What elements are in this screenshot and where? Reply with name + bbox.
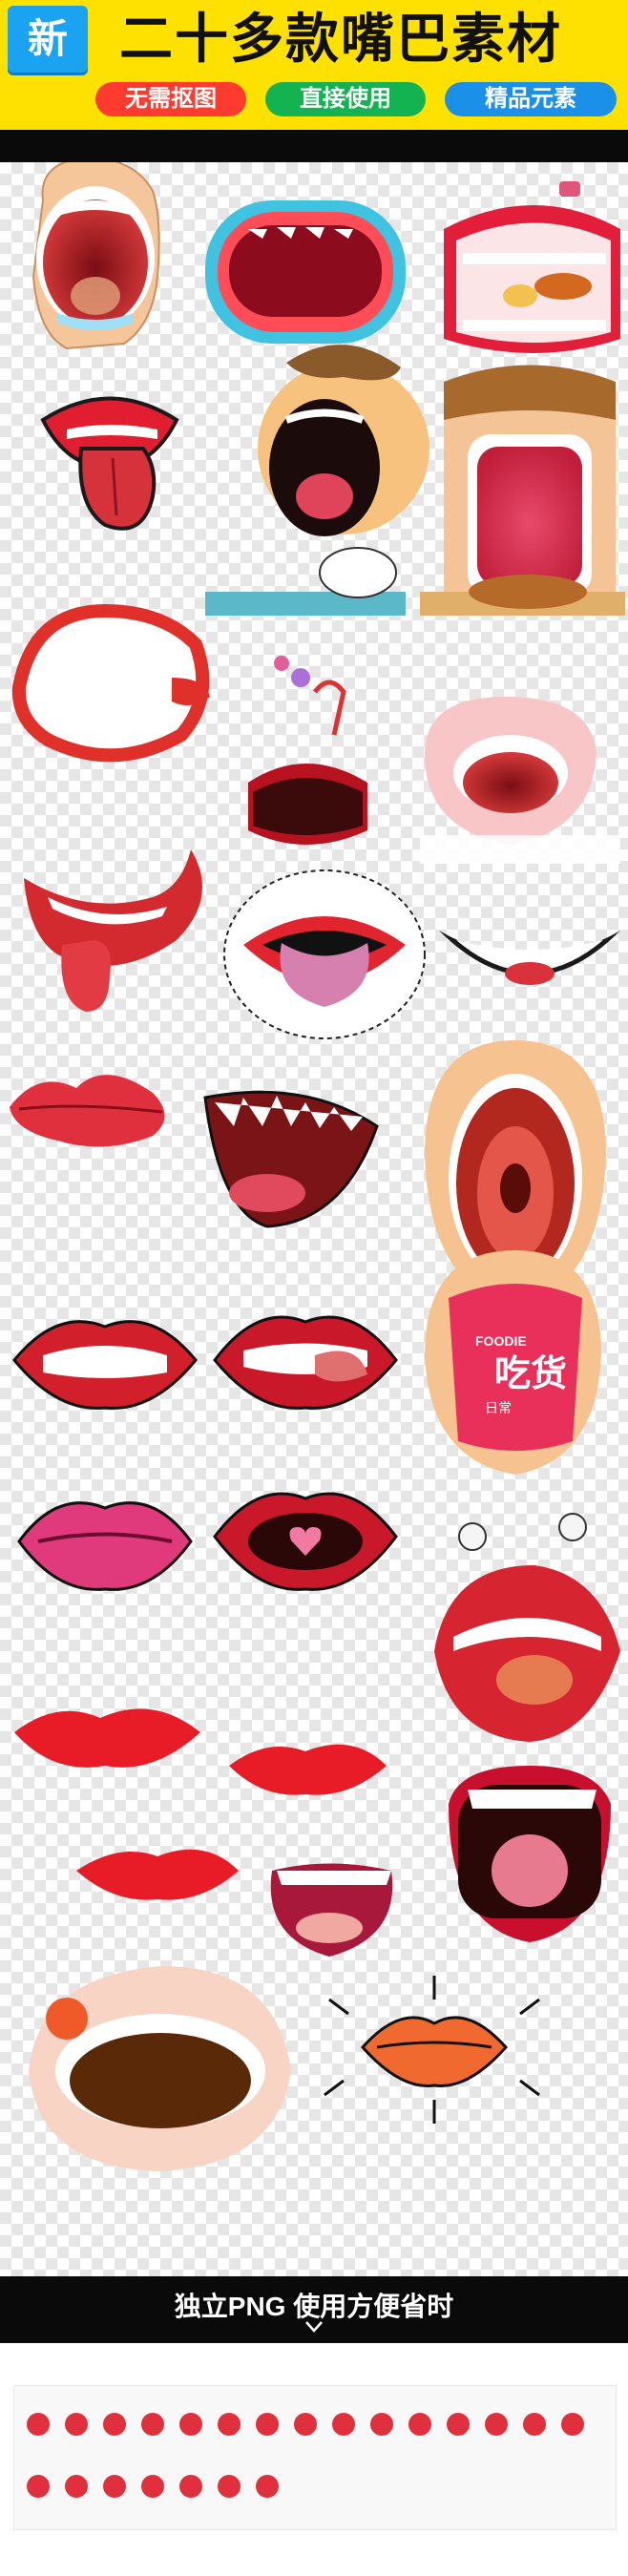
mouth-tongue-lips-dashed bbox=[223, 869, 426, 1039]
mouth-tongue-lick bbox=[213, 1315, 398, 1410]
mouth-pink-open bbox=[270, 1863, 393, 1957]
mouth-foodie-face: FOODIE 吃货 日常 bbox=[425, 1250, 601, 1475]
chevron-down-icon bbox=[305, 2321, 323, 2333]
mouth-heart-tongue bbox=[213, 1492, 398, 1591]
mouth-cartoon-grin bbox=[439, 931, 620, 985]
mouth-monster-teeth bbox=[449, 1766, 611, 1942]
mouth-lipstick-kiss bbox=[10, 1075, 165, 1147]
foodie-label-daily: 日常 bbox=[485, 1400, 512, 1415]
mouth-big-head-dinner bbox=[420, 365, 625, 616]
feature-tag-direct-use: 直接使用 bbox=[265, 82, 426, 116]
thumbnail-strip bbox=[0, 2343, 628, 2576]
mouth-tongue-out-red bbox=[40, 396, 179, 531]
feature-tag-premium: 精品元素 bbox=[445, 82, 617, 116]
footer-caption: 独立PNG 使用方便省时 bbox=[174, 2292, 454, 2321]
footer-band: 独立PNG 使用方便省时 bbox=[0, 2276, 628, 2343]
mouth-gallery: FOODIE 吃货 日常 bbox=[0, 162, 628, 2276]
mouth-pink-kiss bbox=[17, 1501, 193, 1591]
mouth-illustrations: FOODIE 吃货 日常 bbox=[10, 162, 625, 2171]
file-thumbnails bbox=[13, 2385, 617, 2530]
feature-tag-no-cutout: 无需抠图 bbox=[95, 82, 246, 116]
mouth-cartoon-blue-rim bbox=[205, 200, 406, 344]
mouth-smile-tongue bbox=[24, 849, 202, 1012]
new-badge: 新 bbox=[8, 6, 88, 73]
mouth-orange-nose-face bbox=[29, 1966, 291, 2171]
foodie-label: FOODIE bbox=[475, 1333, 527, 1349]
mouth-candy-lips bbox=[248, 656, 367, 845]
mouth-screaming-man bbox=[205, 345, 429, 616]
mouth-lips-outline bbox=[11, 603, 210, 763]
foodie-label-cn: 吃货 bbox=[494, 1354, 567, 1394]
mouth-biting-lip bbox=[12, 1320, 198, 1410]
mouth-monster-fangs bbox=[203, 1090, 379, 1228]
page-title: 二十多款嘴巴素材 bbox=[119, 9, 562, 69]
mouth-wind-up-toy bbox=[434, 1513, 620, 1742]
mouth-baby-face bbox=[420, 697, 620, 864]
divider-band bbox=[0, 130, 628, 162]
header-banner: 新 二十多款嘴巴素材 无需抠图 直接使用 精品元素 bbox=[0, 0, 628, 130]
mouth-face-screaming bbox=[31, 162, 160, 350]
file-thumbnail-icons bbox=[27, 2413, 584, 2498]
mouth-doodle-lips bbox=[324, 1976, 540, 2124]
mouth-food-frame bbox=[444, 181, 620, 353]
